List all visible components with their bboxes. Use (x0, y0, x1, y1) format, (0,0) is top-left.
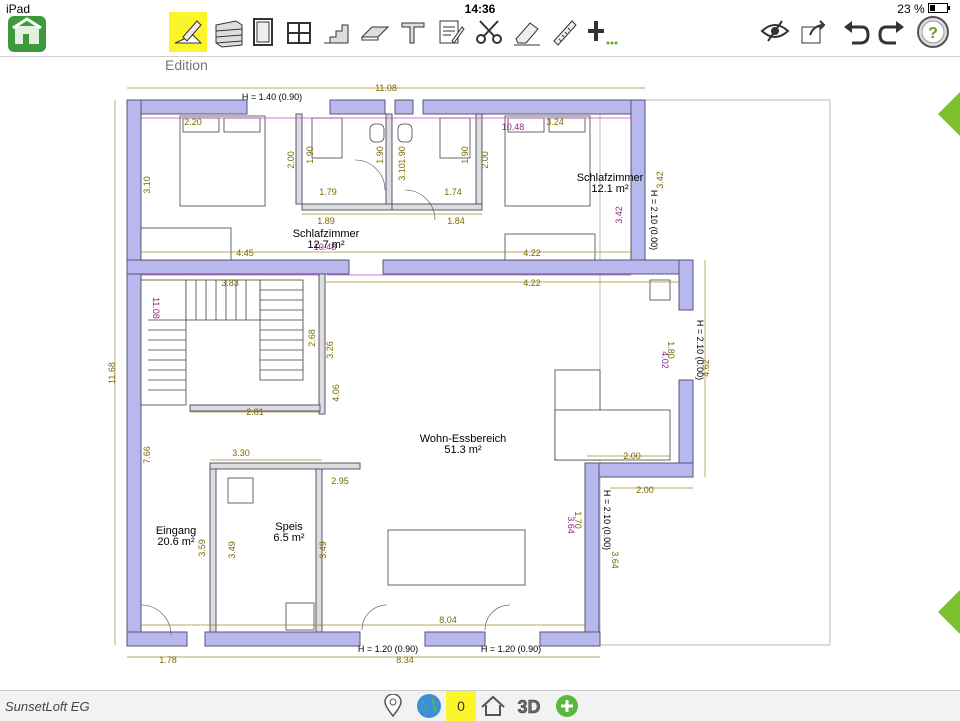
dim-189: 1.89 (317, 216, 335, 226)
dim-349b: 3.49 (318, 541, 328, 559)
dim-190a: 1.90 (305, 146, 315, 164)
room-area: 12.7 m² (307, 239, 345, 251)
mode-label: Edition (165, 57, 208, 73)
measure-icon[interactable] (546, 12, 584, 52)
note-icon[interactable] (432, 12, 470, 52)
project-name: SunsetLoft EG (5, 699, 90, 714)
add-circle-icon[interactable] (552, 691, 582, 721)
location-pin-icon[interactable] (378, 691, 408, 721)
cut-icon[interactable] (470, 12, 508, 52)
view-eye-icon[interactable] (756, 12, 794, 52)
dim-310a: 3.10 (142, 176, 152, 194)
dim-359: 3.59 (197, 539, 207, 557)
dim-383: 3.83 (221, 278, 239, 288)
dim-324: 3.24 (546, 117, 564, 127)
dim-422a: 4.22 (523, 248, 541, 258)
dim-184: 1.84 (447, 216, 465, 226)
room-area: 20.6 m² (157, 536, 195, 548)
stairs-icon[interactable] (318, 12, 356, 52)
svg-text:3D: 3D (517, 697, 540, 717)
wall-icon[interactable] (210, 12, 248, 52)
room-bedroom-1[interactable]: Schlafzimmer 12.7 m² (293, 228, 360, 251)
dim-326: 3.26 (325, 341, 335, 359)
height-right-top: H = 2.10 (0.00) (649, 190, 659, 250)
room-area: 12.1 m² (591, 183, 629, 195)
dim-342b: 3.42 (614, 206, 624, 224)
dim-295: 2.95 (331, 476, 349, 486)
dim-200a: 2.00 (286, 151, 296, 169)
app-home-icon[interactable] (8, 16, 46, 52)
dim-total-width: 11.08 (375, 83, 397, 93)
3d-view-icon[interactable]: 3D (514, 691, 544, 721)
room-living-dining[interactable]: Wohn-Essbereich 51.3 m² (420, 433, 507, 456)
room-pantry[interactable]: Speis 6.5 m² (273, 521, 305, 544)
height-right-mid: H = 2.10 (0.00) (695, 320, 705, 380)
height-bottom-2: H = 1.20 (0.90) (481, 644, 541, 654)
main-toolbar: ? (0, 0, 960, 57)
height-right-low: H = 2.10 (0.00) (602, 490, 612, 550)
nav-arrow-lower-icon[interactable] (938, 590, 960, 634)
dim-330: 3.30 (232, 448, 250, 458)
floor-plan-canvas[interactable]: 11.08 11.68 2.20 10.48 3.24 2.00 1.90 1.… (0, 78, 960, 690)
floor-icon[interactable] (356, 12, 394, 52)
svg-text:?: ? (928, 25, 938, 42)
room-entrance[interactable]: Eingang 20.6 m² (156, 525, 196, 548)
dim-268: 2.68 (307, 329, 317, 347)
dim-178: 1.78 (159, 655, 177, 665)
bottom-bar: SunsetLoft EG 0 3D (0, 690, 960, 721)
room-area: 51.3 m² (444, 444, 482, 456)
height-bottom-1: H = 1.20 (0.90) (358, 644, 418, 654)
dim-179: 1.79 (319, 187, 337, 197)
height-top-window: H = 1.40 (0.90) (242, 92, 302, 102)
level-number: 0 (457, 698, 465, 714)
level-indicator[interactable]: 0 (446, 691, 476, 721)
dim-422b: 4.22 (523, 278, 541, 288)
window-icon[interactable] (280, 12, 318, 52)
dim-220: 2.20 (184, 117, 202, 127)
dim-190b: 1.90 (375, 146, 385, 164)
dim-766: 7.66 (142, 446, 152, 464)
dim-310b: 3.10 (397, 163, 407, 181)
dim-445: 4.45 (236, 248, 254, 258)
add-more-icon[interactable] (584, 12, 622, 52)
dim-342: 3.42 (655, 171, 665, 189)
edit-pencil-icon[interactable] (169, 12, 207, 52)
eraser-icon[interactable] (508, 12, 546, 52)
help-icon[interactable]: ? (914, 12, 952, 52)
beam-icon[interactable] (394, 12, 432, 52)
house-icon[interactable] (478, 691, 508, 721)
dim-200d: 2.00 (636, 485, 654, 495)
dim-200b: 2.00 (480, 151, 490, 169)
dim-364b: 3.64 (610, 551, 620, 569)
dim-402: 4.02 (660, 351, 670, 369)
nav-arrow-upper-icon[interactable] (938, 92, 960, 136)
dim-1108v: 11.08 (151, 297, 161, 319)
door-icon[interactable] (244, 12, 282, 52)
dim-1048a: 10.48 (502, 122, 525, 132)
dim-364a: 3.64 (566, 516, 576, 534)
dim-174: 1.74 (444, 187, 462, 197)
dim-834: 8.34 (396, 655, 414, 665)
dim-281: 2.81 (246, 407, 264, 417)
dim-349a: 3.49 (227, 541, 237, 559)
dim-190d: 1.90 (460, 146, 470, 164)
dim-200c: 2.00 (623, 451, 641, 461)
dim-190c: 1.90 (397, 146, 407, 164)
undo-icon[interactable] (838, 12, 876, 52)
globe-icon[interactable] (414, 691, 444, 721)
dim-total-height: 11.68 (107, 362, 117, 384)
export-icon[interactable] (794, 12, 832, 52)
dim-406: 4.06 (331, 384, 341, 402)
redo-icon[interactable] (872, 12, 910, 52)
dim-804: 8.04 (439, 615, 457, 625)
room-area: 6.5 m² (273, 532, 305, 544)
